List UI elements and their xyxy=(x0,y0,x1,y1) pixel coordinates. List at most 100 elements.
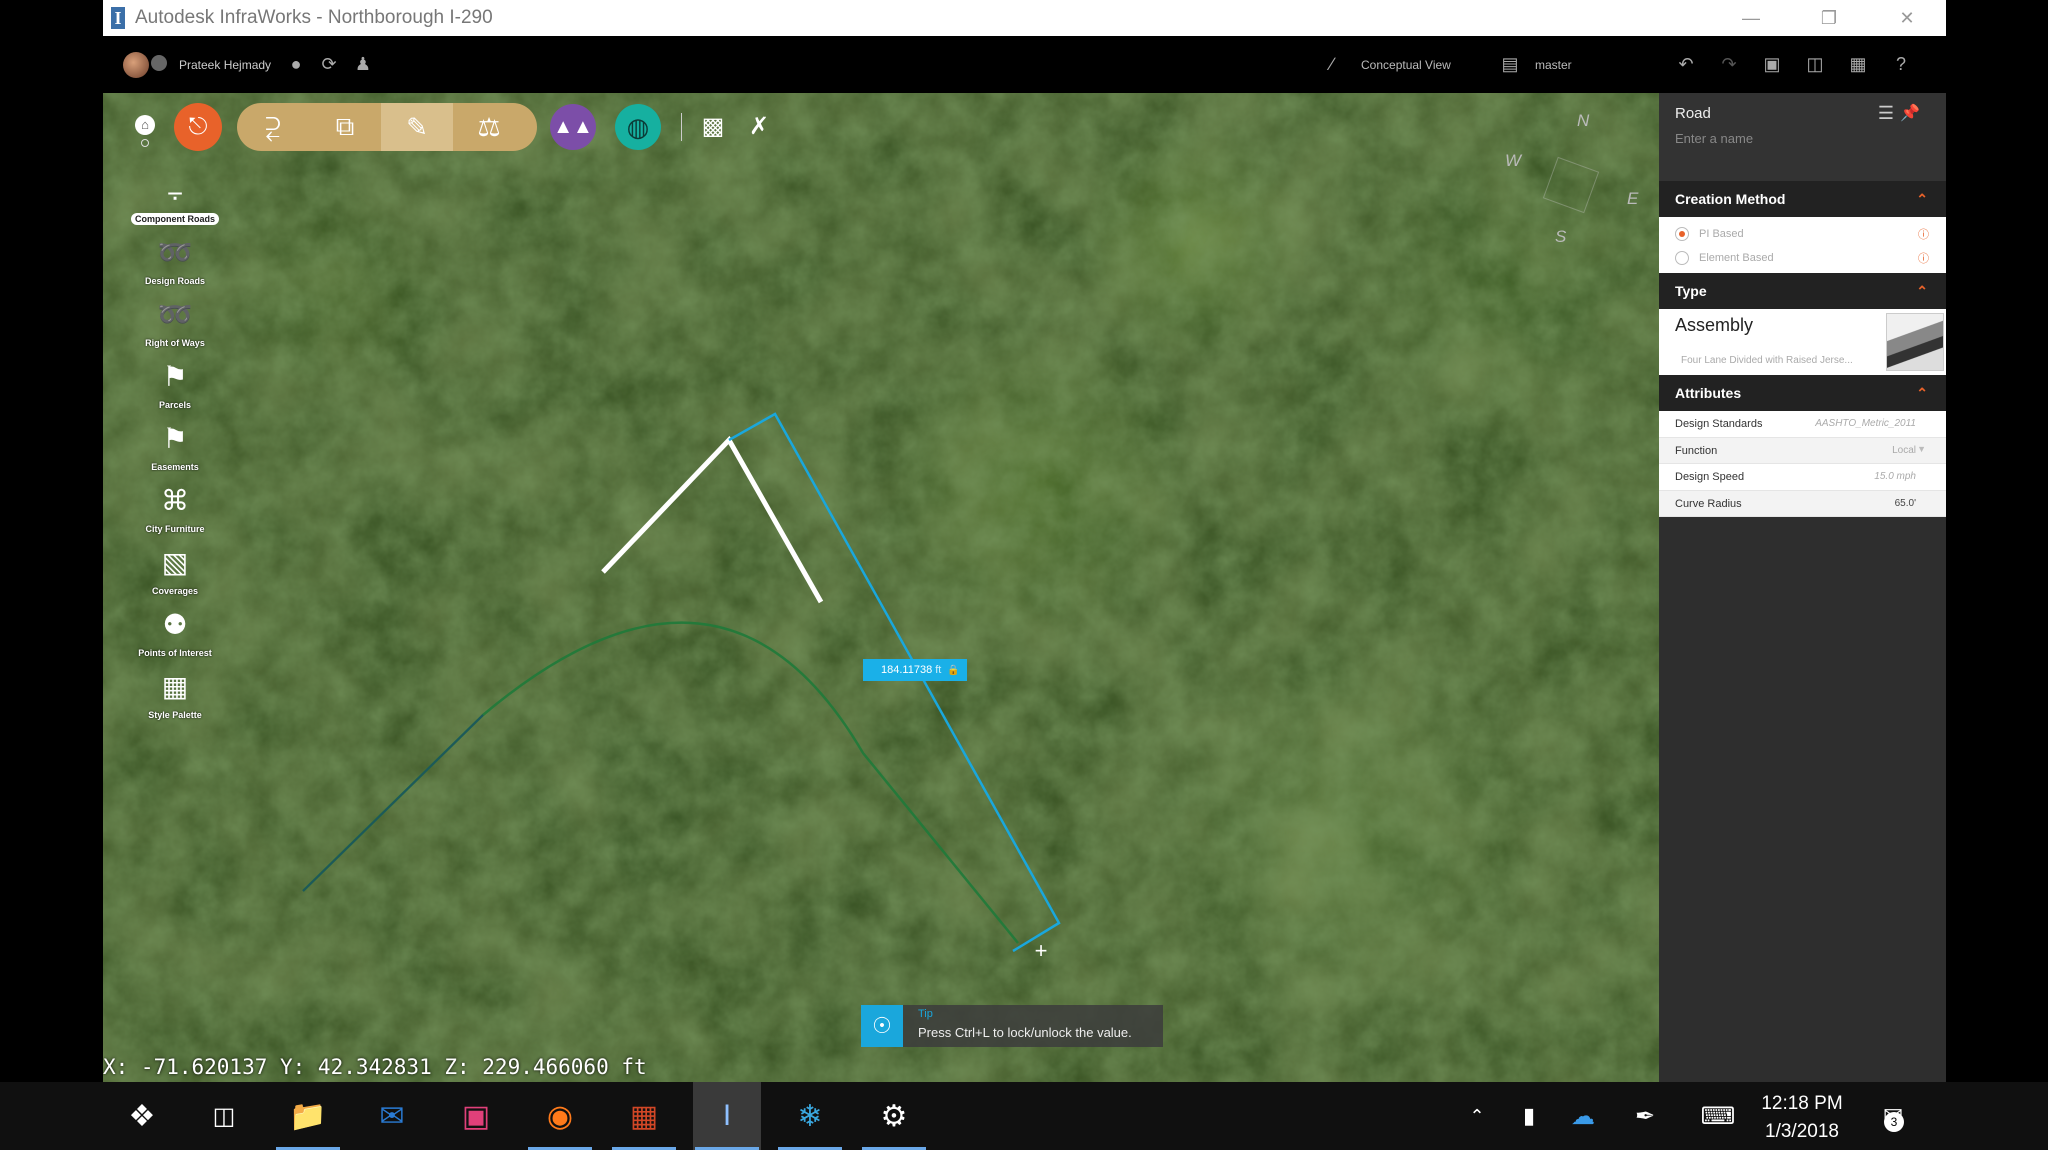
powerpoint-icon[interactable]: ▦ xyxy=(610,1082,678,1150)
dimension-value[interactable]: 184.11738 xyxy=(881,664,932,676)
assembly-thumbnail[interactable] xyxy=(1886,313,1944,371)
panel-title: Road xyxy=(1675,105,1711,122)
help-icon[interactable]: ? xyxy=(1890,53,1912,75)
lock-icon[interactable]: 🔒 xyxy=(947,665,959,676)
assembly-name: Assembly xyxy=(1675,315,1754,335)
settings-gear-icon[interactable]: ⚙ xyxy=(860,1082,928,1150)
firefox-icon[interactable]: ◉ xyxy=(526,1082,594,1150)
settings-grid-icon[interactable]: ▦ xyxy=(1847,53,1869,75)
battery-icon[interactable]: ▮ xyxy=(1504,1082,1554,1150)
tool-points-of-interest[interactable]: ⚉ Points of Interest xyxy=(125,607,225,669)
view-mode-label[interactable]: Conceptual View xyxy=(1361,58,1451,72)
panel-toggle-icon[interactable]: ◫ xyxy=(1804,53,1826,75)
onedrive-icon[interactable]: ☁ xyxy=(1558,1082,1608,1150)
attr-value[interactable]: 15.0 mph xyxy=(1874,471,1916,482)
proposal-label[interactable]: master xyxy=(1535,58,1572,72)
snowflake-app-icon[interactable]: ❄ xyxy=(776,1082,844,1150)
map-viewport[interactable]: ⌂ ⎋ ⥻ ⧉ ✎ ⚖ ▲▲ ◍ ▩ ✗ ⨪ Component Roads ➿ De… xyxy=(103,93,1659,1082)
tray-overflow-icon[interactable]: ⌃ xyxy=(1452,1082,1502,1150)
panel-header: Road Enter a name ☰ 📌 xyxy=(1659,93,1946,181)
present-icon[interactable]: ▩ xyxy=(697,111,729,143)
windows-start-icon[interactable]: ❖ xyxy=(108,1082,176,1150)
attr-curve-radius[interactable]: Curve Radius 65.0' xyxy=(1659,490,1946,517)
type-header[interactable]: Type ⌃ xyxy=(1659,273,1946,309)
tool-right-of-ways[interactable]: ➿ Right of Ways xyxy=(125,297,225,359)
restore-icon[interactable]: ❐ xyxy=(1790,0,1868,36)
tool-component-roads[interactable]: ⨪ Component Roads xyxy=(125,173,225,235)
attr-value[interactable]: 65.0' xyxy=(1895,498,1916,509)
file-explorer-icon[interactable]: 📁 xyxy=(274,1082,342,1150)
chevron-up-icon[interactable]: ⌃ xyxy=(1916,181,1928,217)
pin-icon[interactable]: 📌 xyxy=(1900,103,1920,123)
chevron-up-icon[interactable]: ⌃ xyxy=(1916,273,1928,309)
view-cube[interactable] xyxy=(1542,156,1600,214)
avatar[interactable] xyxy=(123,52,149,78)
infraworks-taskbar-icon[interactable]: I xyxy=(693,1082,761,1150)
tool-coverages[interactable]: ▧ Coverages xyxy=(125,545,225,607)
attr-design-speed[interactable]: Design Speed 15.0 mph xyxy=(1659,464,1946,491)
view-options-icon[interactable] xyxy=(141,139,149,147)
attr-value[interactable]: Local xyxy=(1892,445,1916,456)
design-tool-group: ⥻ ⧉ ✎ ⚖ xyxy=(237,103,537,151)
user-name[interactable]: Prateek Hejmady xyxy=(179,58,271,72)
save-view-icon[interactable]: ▣ xyxy=(1761,53,1783,75)
radio-button[interactable] xyxy=(1675,251,1689,265)
tool-parcels[interactable]: ⚑ Parcels xyxy=(125,359,225,421)
redo-icon[interactable]: ↷ xyxy=(1718,53,1740,75)
compass[interactable]: N W E S xyxy=(1503,111,1643,251)
minimize-icon[interactable]: — xyxy=(1712,0,1790,36)
close-icon[interactable]: ✕ xyxy=(1868,0,1946,36)
undo-icon[interactable]: ↶ xyxy=(1675,53,1697,75)
roads-tool-icon[interactable]: ⥻ xyxy=(237,103,309,151)
tip-tooltip: ☉ Tip Press Ctrl+L to lock/unlock the va… xyxy=(861,1005,1163,1047)
copy-tool-icon[interactable]: ⧉ xyxy=(309,103,381,151)
hamburger-menu-icon[interactable]: ☰ xyxy=(1878,103,1894,124)
attributes-header[interactable]: Attributes ⌃ xyxy=(1659,375,1946,411)
city-furniture-icon: ⌘ xyxy=(161,485,189,516)
road-properties-panel: Road Enter a name ☰ 📌 Creation Method ⌃ … xyxy=(1659,93,1946,1082)
tool-style-palette[interactable]: ▦ Style Palette xyxy=(125,669,225,731)
drainage-tool-icon[interactable]: ◍ xyxy=(615,104,661,150)
analyze-tool-icon[interactable]: ⚖ xyxy=(453,103,525,151)
radio-element-based[interactable]: Element Based ⓘ xyxy=(1675,247,1935,269)
bridge-tool-icon[interactable]: ▲▲ xyxy=(550,104,596,150)
windows-taskbar: ❖ ◫ 📁 ✉ ▣ ◉ ▦ I ❄ ⚙ ⌃ ▮ ☁ ✒ ⌨ 12:18 PM 1… xyxy=(0,1082,2048,1150)
dimension-input[interactable]: 184.11738 ft 🔒 xyxy=(863,659,967,681)
proposal-icon[interactable]: ▤ xyxy=(1499,53,1521,75)
user-status-icon xyxy=(151,55,167,71)
sketch-tool-icon[interactable]: ✎ xyxy=(381,103,453,151)
info-icon[interactable]: ⓘ xyxy=(1918,250,1929,266)
tool-label: Easements xyxy=(151,462,199,472)
chat-icon[interactable]: ● xyxy=(285,53,307,75)
attr-design-standards[interactable]: Design Standards AASHTO_Metric_2011 xyxy=(1659,411,1946,438)
attr-value[interactable]: AASHTO_Metric_2011 xyxy=(1815,418,1916,429)
creation-method-options: PI Based ⓘ Element Based ⓘ xyxy=(1659,217,1946,273)
build-manage-analyze-icon[interactable]: ⎋ xyxy=(174,103,222,151)
type-title: Type xyxy=(1675,283,1707,299)
m-app-icon[interactable]: ▣ xyxy=(442,1082,510,1150)
outlook-icon[interactable]: ✉ xyxy=(358,1082,426,1150)
sync-icon[interactable]: ⟳ xyxy=(318,53,340,75)
attr-function[interactable]: Function Local ▼ xyxy=(1659,437,1946,464)
chevron-up-icon[interactable]: ⌃ xyxy=(1916,375,1928,411)
road-name-input[interactable]: Enter a name xyxy=(1675,131,1753,146)
visual-style-icon[interactable]: ∕ xyxy=(1321,53,1343,75)
assembly-selector[interactable]: Assembly Four Lane Divided with Raised J… xyxy=(1659,309,1946,375)
dropdown-icon[interactable]: ▼ xyxy=(1917,444,1926,454)
task-view-icon[interactable]: ◫ xyxy=(190,1082,258,1150)
info-icon[interactable]: ⓘ xyxy=(1918,226,1929,242)
component-roads-icon: ⨪ xyxy=(166,175,184,206)
tool-design-roads[interactable]: ➿ Design Roads xyxy=(125,235,225,297)
tool-city-furniture[interactable]: ⌘ City Furniture xyxy=(125,483,225,545)
share-user-icon[interactable]: ♟ xyxy=(352,53,374,75)
keyboard-icon[interactable]: ⌨ xyxy=(1688,1082,1748,1150)
taskbar-clock[interactable]: 12:18 PM 1/3/2018 xyxy=(1756,1090,1848,1146)
attr-label: Design Speed xyxy=(1675,471,1745,483)
tools-icon[interactable]: ✗ xyxy=(743,111,775,143)
pen-icon[interactable]: ✒ xyxy=(1620,1082,1670,1150)
tool-easements[interactable]: ⚑ Easements xyxy=(125,421,225,483)
creation-method-header[interactable]: Creation Method ⌃ xyxy=(1659,181,1946,217)
radio-pi-based[interactable]: PI Based ⓘ xyxy=(1675,223,1935,245)
home-view-icon[interactable]: ⌂ xyxy=(135,115,155,135)
radio-button[interactable] xyxy=(1675,227,1689,241)
